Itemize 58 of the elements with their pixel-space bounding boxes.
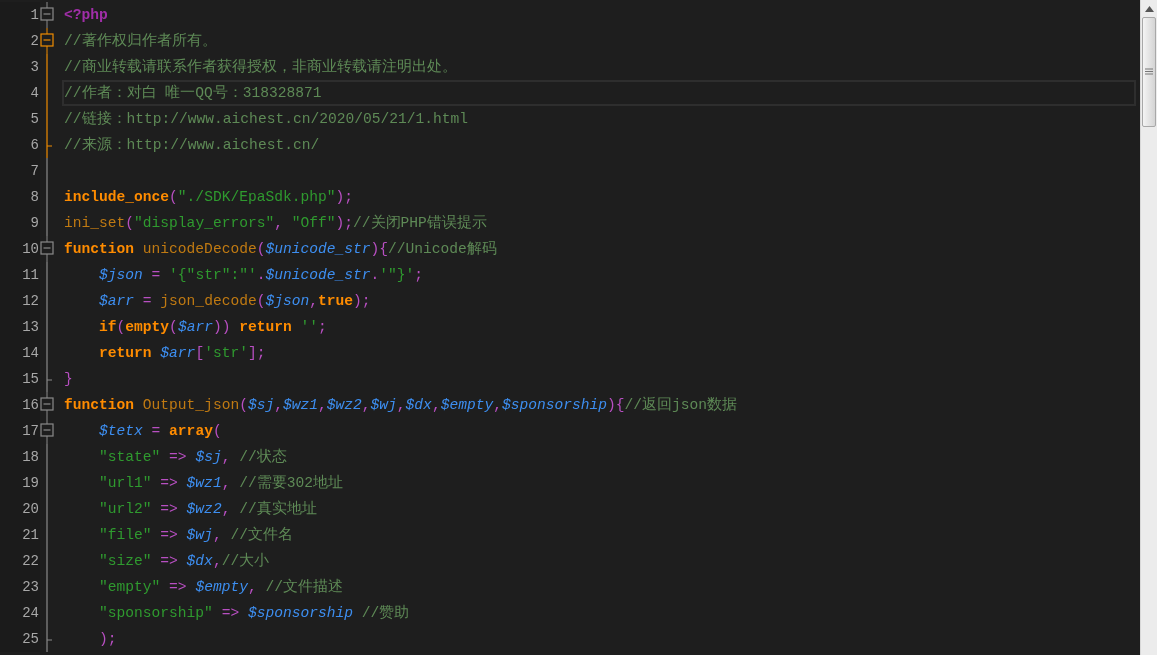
code-line: "state" => $sj, //状态 (98, 447, 287, 467)
code-line: "url1" => $wz1, //需要302地址 (98, 473, 343, 493)
line-number: 10 (22, 239, 39, 259)
line-number: 7 (30, 161, 39, 181)
fold-toggle-icon[interactable] (40, 28, 54, 54)
code-line: //作者：对白 唯一QQ号：318328871 (64, 83, 322, 103)
scrollbar-thumb[interactable] (1142, 17, 1156, 127)
line-number: 14 (22, 343, 39, 363)
line-number: 24 (22, 603, 39, 623)
line-number: 3 (30, 57, 39, 77)
line-number: 1 (30, 5, 39, 25)
code-line: "file" => $wj, //文件名 (98, 525, 293, 545)
fold-toggle-icon[interactable] (40, 392, 54, 418)
code-line: "url2" => $wz2, //真实地址 (98, 499, 317, 519)
code-line: //来源：http://www.aichest.cn/ (64, 135, 320, 155)
line-number: 4 (30, 83, 39, 103)
line-number: 8 (30, 187, 39, 207)
code-line: function unicodeDecode($unicode_str){//Unicode解码 (64, 240, 497, 259)
line-number: 19 (22, 473, 39, 493)
line-number: 12 (22, 291, 39, 311)
code-line: "size" => $dx,//大小 (98, 551, 270, 571)
code-line: $arr = json_decode($json,true); (98, 292, 371, 311)
code-line: $json = '{"str":"'.$unicode_str.'"}'; (98, 266, 424, 285)
line-number: 2 (30, 31, 39, 51)
code-line: //著作权归作者所有。 (64, 31, 217, 51)
code-line: ); (98, 630, 117, 649)
code-line: "empty" => $empty, //文件描述 (98, 577, 343, 597)
code-line: } (64, 370, 73, 389)
line-number: 11 (22, 265, 39, 285)
scroll-up-arrow-icon[interactable] (1144, 6, 1154, 12)
line-number: 17 (22, 421, 39, 441)
fold-toggle-icon[interactable] (40, 236, 54, 262)
line-number: 5 (30, 109, 39, 129)
code-line: if(empty($arr)) return ''; (98, 318, 327, 337)
code-line: function Output_json($sj,$wz1,$wz2,$wj,$dx,$empty,$sponsorship){//返回json数据 (64, 396, 738, 415)
code-line: //链接：http://www.aichest.cn/2020/05/21/1.html (64, 109, 469, 129)
code-line: return $arr['str']; (98, 344, 266, 363)
line-number: 16 (22, 395, 39, 415)
code-line: $tetx = array( (98, 422, 222, 441)
line-number: 6 (30, 135, 39, 155)
line-number: 9 (30, 213, 39, 233)
code-line: include_once("./SDK/EpaSdk.php"); (64, 188, 353, 207)
line-number: 23 (22, 577, 39, 597)
code-line: ini_set("display_errors", "Off");//关闭PHP错误提示 (64, 213, 487, 233)
code-line: "sponsorship" => $sponsorship //赞助 (98, 604, 410, 623)
line-number: 15 (22, 369, 39, 389)
line-number: 21 (22, 525, 39, 545)
vertical-scrollbar[interactable] (1140, 0, 1157, 655)
fold-toggle-icon[interactable] (40, 2, 54, 28)
line-number: 18 (22, 447, 39, 467)
line-number: 22 (22, 551, 39, 571)
grip-icon (1145, 68, 1153, 76)
line-number: 25 (22, 629, 39, 649)
code-line: <?php (64, 6, 108, 25)
line-number: 20 (22, 499, 39, 519)
line-number: 13 (22, 317, 39, 337)
code-line: //商业转载请联系作者获得授权，非商业转载请注明出处。 (64, 57, 457, 77)
fold-toggle-icon[interactable] (40, 418, 54, 444)
